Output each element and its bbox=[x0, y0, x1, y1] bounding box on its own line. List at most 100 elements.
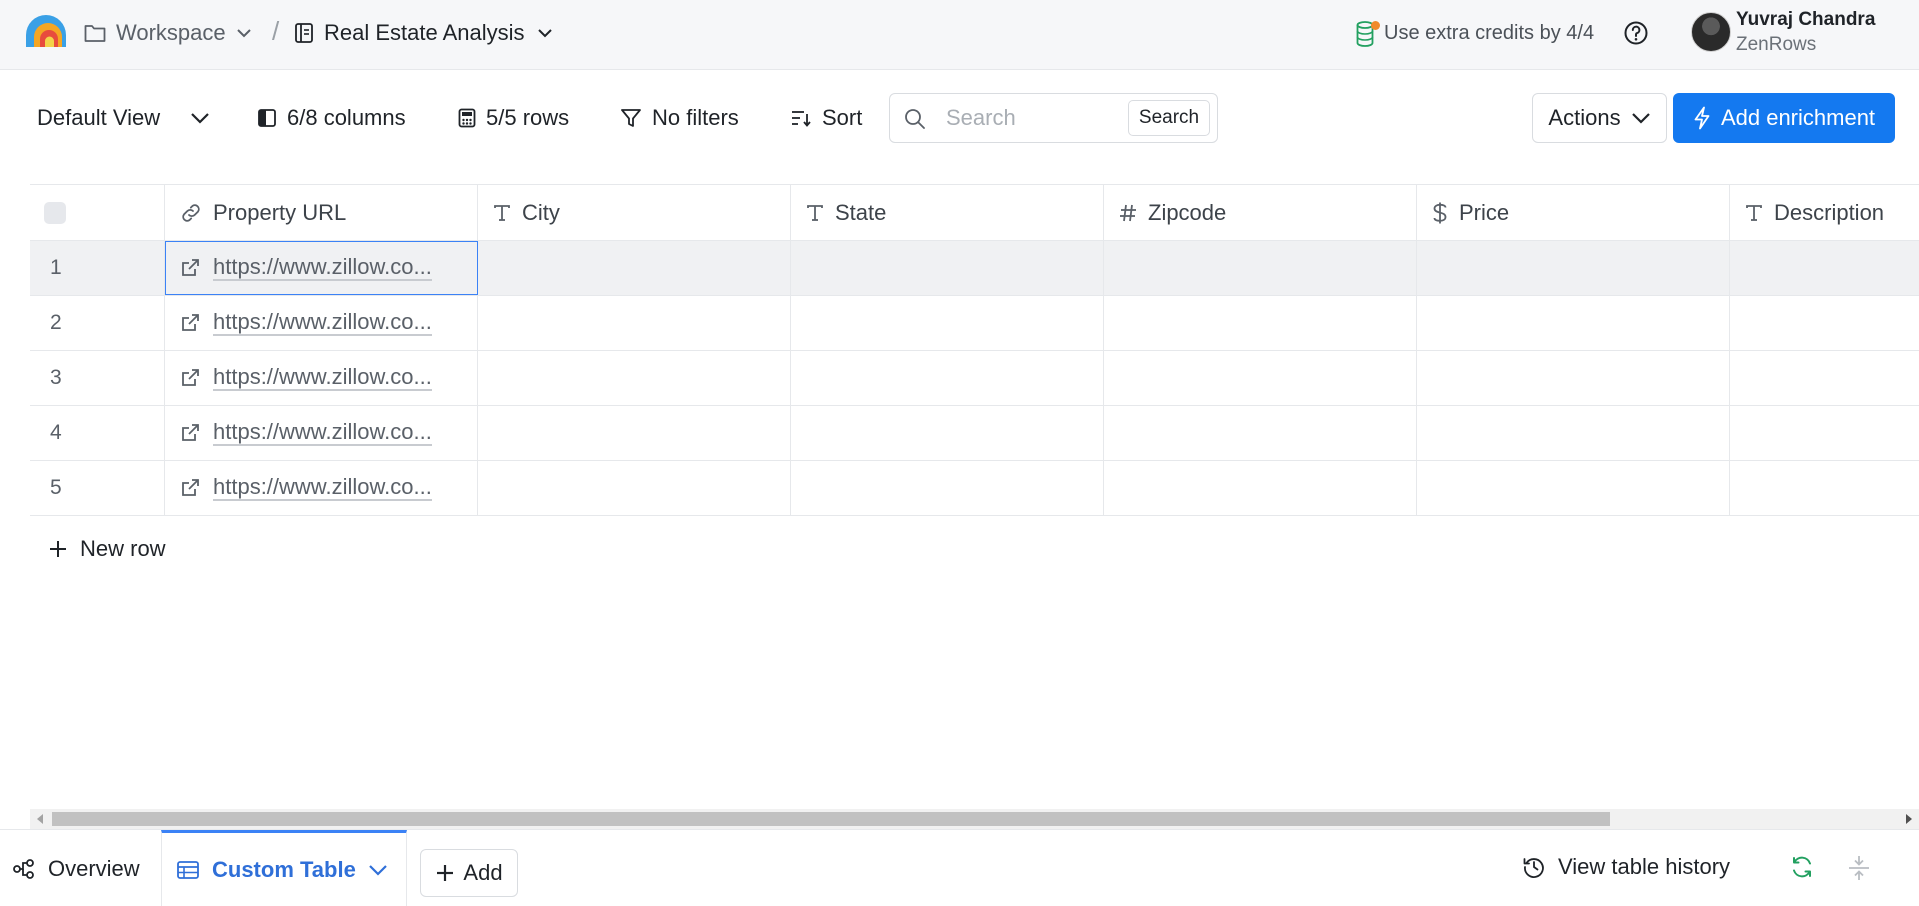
property-url-link[interactable]: https://www.zillow.co... bbox=[213, 420, 432, 446]
new-row-button[interactable]: New row bbox=[48, 533, 166, 565]
table-row[interactable]: 4 https://www.zillow.co... bbox=[30, 406, 1919, 461]
url-cell[interactable]: https://www.zillow.co... bbox=[165, 461, 478, 515]
collapse-icon[interactable] bbox=[1846, 854, 1872, 882]
zipcode-cell[interactable] bbox=[1104, 461, 1417, 515]
credits-indicator[interactable]: Use extra credits by 4/4 bbox=[1356, 18, 1594, 48]
price-cell[interactable] bbox=[1417, 296, 1730, 350]
breadcrumb-project[interactable]: Real Estate Analysis bbox=[294, 18, 553, 48]
column-header-description[interactable]: Description bbox=[1730, 184, 1919, 241]
rows-button[interactable]: 5/5 rows bbox=[458, 96, 569, 140]
city-cell[interactable] bbox=[478, 241, 791, 295]
app-logo-icon[interactable] bbox=[24, 15, 68, 49]
search-button[interactable]: Search bbox=[1128, 100, 1210, 136]
description-cell[interactable] bbox=[1730, 351, 1919, 405]
scroll-right-arrow-icon[interactable] bbox=[1906, 814, 1912, 824]
state-cell[interactable] bbox=[791, 351, 1104, 405]
property-url-link[interactable]: https://www.zillow.co... bbox=[213, 310, 432, 336]
search-input[interactable] bbox=[946, 104, 1116, 132]
zipcode-cell[interactable] bbox=[1104, 351, 1417, 405]
credits-alert-dot bbox=[1371, 21, 1380, 30]
url-cell[interactable]: https://www.zillow.co... bbox=[165, 406, 478, 460]
column-header-city[interactable]: City bbox=[478, 184, 791, 241]
row-number: 1 bbox=[30, 241, 165, 295]
price-cell[interactable] bbox=[1417, 241, 1730, 295]
add-tab-button[interactable]: Add bbox=[420, 849, 518, 897]
state-cell[interactable] bbox=[791, 296, 1104, 350]
filter-icon bbox=[620, 107, 642, 129]
sort-button[interactable]: Sort bbox=[790, 96, 862, 140]
sort-icon bbox=[790, 108, 812, 128]
column-header-price[interactable]: Price bbox=[1417, 184, 1730, 241]
zipcode-cell[interactable] bbox=[1104, 296, 1417, 350]
property-url-link[interactable]: https://www.zillow.co... bbox=[213, 365, 432, 391]
actions-label: Actions bbox=[1548, 105, 1621, 130]
view-selector[interactable]: Default View bbox=[37, 96, 210, 140]
url-cell[interactable]: https://www.zillow.co... bbox=[165, 351, 478, 405]
external-link-icon[interactable] bbox=[179, 477, 201, 499]
city-cell[interactable] bbox=[478, 351, 791, 405]
price-cell[interactable] bbox=[1417, 406, 1730, 460]
plus-icon bbox=[48, 539, 68, 559]
breadcrumb-workspace-label: Workspace bbox=[116, 20, 226, 45]
table-row[interactable]: 1 https://www.zillow.co... bbox=[30, 241, 1919, 296]
add-enrichment-button[interactable]: Add enrichment bbox=[1673, 93, 1895, 143]
chevron-down-icon bbox=[537, 28, 553, 38]
database-credits-icon bbox=[1356, 19, 1380, 47]
city-cell[interactable] bbox=[478, 406, 791, 460]
column-header-state[interactable]: State bbox=[791, 184, 1104, 241]
document-icon bbox=[294, 22, 314, 44]
state-cell[interactable] bbox=[791, 461, 1104, 515]
price-cell[interactable] bbox=[1417, 461, 1730, 515]
chevron-down-icon[interactable] bbox=[368, 864, 388, 876]
city-cell[interactable] bbox=[478, 296, 791, 350]
external-link-icon[interactable] bbox=[179, 312, 201, 334]
horizontal-scrollbar[interactable] bbox=[30, 809, 1919, 829]
tab-custom-table[interactable]: Custom Table bbox=[161, 830, 407, 906]
description-cell[interactable] bbox=[1730, 461, 1919, 515]
external-link-icon[interactable] bbox=[179, 367, 201, 389]
city-cell[interactable] bbox=[478, 461, 791, 515]
search-icon bbox=[903, 107, 927, 131]
property-url-link[interactable]: https://www.zillow.co... bbox=[213, 475, 432, 501]
columns-icon bbox=[257, 108, 277, 128]
state-cell[interactable] bbox=[791, 241, 1104, 295]
column-header-property-url[interactable]: Property URL bbox=[165, 184, 478, 241]
columns-button[interactable]: 6/8 columns bbox=[257, 96, 406, 140]
chevron-down-icon bbox=[236, 28, 252, 38]
filters-button[interactable]: No filters bbox=[620, 96, 739, 140]
price-cell[interactable] bbox=[1417, 351, 1730, 405]
user-avatar[interactable] bbox=[1691, 12, 1731, 52]
zipcode-cell[interactable] bbox=[1104, 406, 1417, 460]
link-icon bbox=[179, 201, 203, 225]
row-number: 3 bbox=[30, 351, 165, 405]
actions-button[interactable]: Actions bbox=[1532, 93, 1667, 143]
scrollbar-thumb[interactable] bbox=[52, 812, 1610, 826]
state-cell[interactable] bbox=[791, 406, 1104, 460]
table-row[interactable]: 3 https://www.zillow.co... bbox=[30, 351, 1919, 406]
user-organization: ZenRows bbox=[1736, 34, 1817, 55]
select-all-checkbox[interactable] bbox=[44, 201, 66, 224]
description-cell[interactable] bbox=[1730, 296, 1919, 350]
new-row-label: New row bbox=[80, 536, 166, 561]
table-row[interactable]: 5 https://www.zillow.co... bbox=[30, 461, 1919, 516]
view-table-history-button[interactable]: View table history bbox=[1522, 850, 1730, 884]
external-link-icon[interactable] bbox=[179, 422, 201, 444]
description-cell[interactable] bbox=[1730, 241, 1919, 295]
credits-text: Use extra credits by 4/4 bbox=[1384, 21, 1595, 44]
tab-custom-table-label: Custom Table bbox=[212, 857, 356, 882]
description-cell[interactable] bbox=[1730, 406, 1919, 460]
add-enrichment-label: Add enrichment bbox=[1720, 105, 1876, 130]
help-icon[interactable] bbox=[1623, 20, 1649, 46]
column-header-zipcode[interactable]: Zipcode bbox=[1104, 184, 1417, 241]
breadcrumb-workspace[interactable]: Workspace bbox=[84, 18, 252, 48]
text-type-icon bbox=[1744, 203, 1764, 223]
url-cell[interactable]: https://www.zillow.co... bbox=[165, 296, 478, 350]
table-row[interactable]: 2 https://www.zillow.co... bbox=[30, 296, 1919, 351]
zipcode-cell[interactable] bbox=[1104, 241, 1417, 295]
selected-cell-outline bbox=[165, 241, 478, 295]
tab-overview[interactable]: Overview bbox=[12, 830, 140, 906]
scroll-left-arrow-icon[interactable] bbox=[37, 814, 43, 824]
column-header-label: Zipcode bbox=[1148, 199, 1227, 225]
refresh-icon[interactable] bbox=[1789, 854, 1815, 880]
breadcrumb-separator: / bbox=[272, 16, 280, 46]
